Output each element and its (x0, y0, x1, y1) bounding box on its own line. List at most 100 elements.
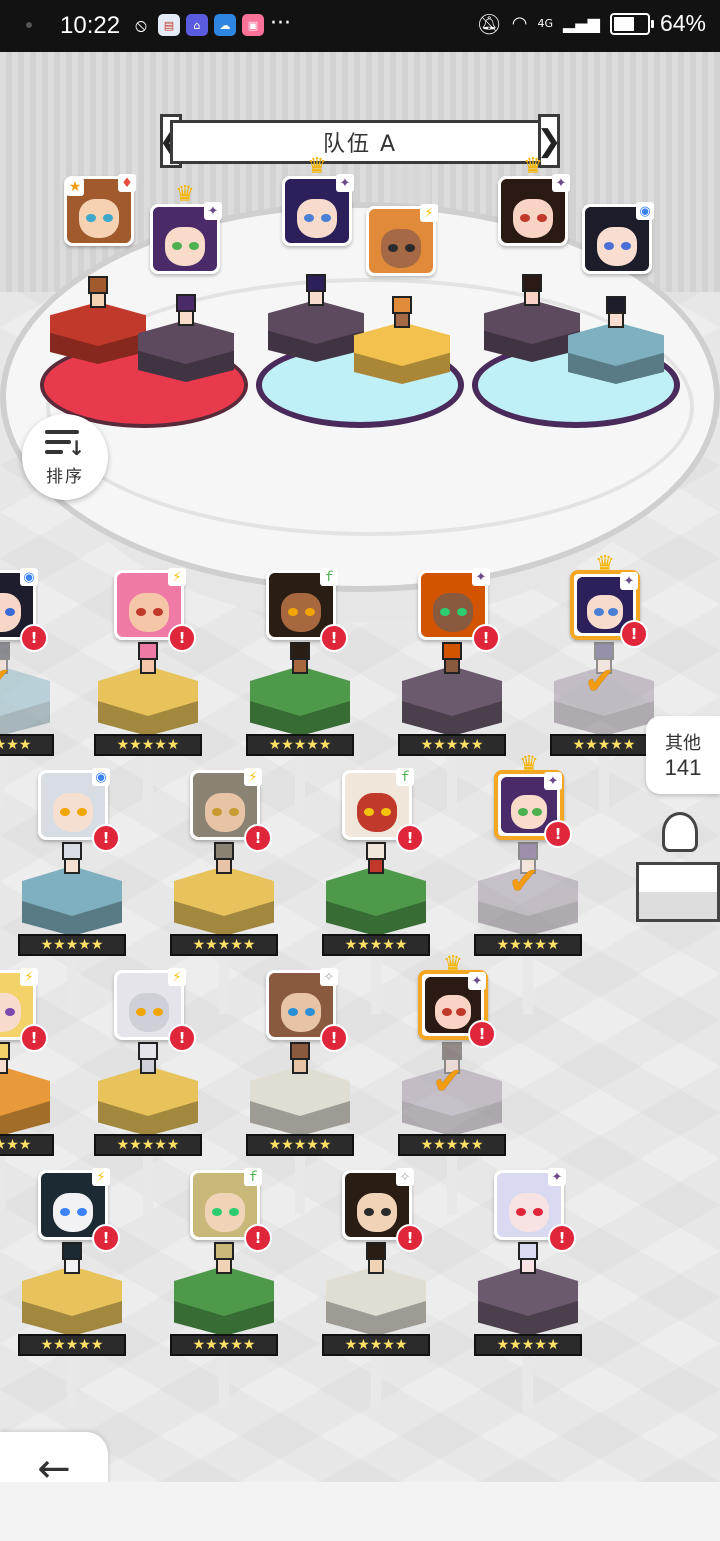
character-portrait[interactable]: ✧! (342, 1168, 424, 1252)
element-badge-icon: ✧ (396, 1168, 414, 1186)
back-button[interactable]: ← 返回 (0, 1432, 108, 1482)
character-portrait[interactable]: ✦ ♛ (150, 184, 222, 274)
team-name-banner[interactable]: 队伍 A (170, 120, 550, 164)
pedestal-pole (295, 1154, 305, 1214)
character-portrait[interactable]: ◉! (38, 768, 120, 852)
character-portrait[interactable]: ⚡! (0, 968, 48, 1052)
character-portrait[interactable]: ✦! (418, 568, 500, 652)
crown-icon: ♛ (175, 182, 195, 207)
wifi-icon: ◠ (511, 13, 528, 34)
status-bar: 10:22 ⦸ ▤ ⌂ ☁ ▣ ··· 🔕︎ ◠ 4G ▂▄▆ 64% (0, 0, 720, 52)
team-slot-pedestal[interactable] (268, 274, 364, 370)
portrait-eye (188, 242, 199, 251)
sprite-body (178, 310, 194, 326)
star-rating: ★★★★★ (170, 1334, 278, 1356)
checkmark-icon: ✔ (584, 659, 616, 703)
character-portrait[interactable]: ✧! (266, 968, 348, 1052)
element-badge-icon: ✦ (620, 572, 638, 590)
element-badge-icon: ⚡ (168, 968, 186, 986)
character-portrait[interactable]: ｆ! (266, 568, 348, 652)
character-portrait[interactable]: ⚡! (190, 768, 272, 852)
notification-icons: ⦸ ▤ ⌂ ☁ ▣ ··· (130, 13, 291, 36)
sprite-body (140, 658, 156, 674)
others-pedestal[interactable] (636, 812, 720, 922)
element-badge-icon: ✦ (468, 972, 486, 990)
element-badge-icon: ⚡ (20, 968, 38, 986)
portrait-skin (280, 993, 322, 1032)
character-portrait[interactable]: ✦ ♛! (570, 554, 648, 648)
star-rating-value: ★★★★★ (0, 737, 32, 753)
sprite-body (64, 1258, 80, 1274)
character-portrait[interactable]: ◉! (0, 568, 48, 652)
portrait-eye (4, 608, 15, 617)
character-portrait[interactable]: ⚡ (366, 204, 438, 276)
team-slot-pedestal[interactable] (484, 274, 580, 370)
crown-icon: ♛ (443, 952, 463, 977)
star-rating: ★★★★★ (94, 1134, 202, 1156)
sprite-body (0, 1058, 8, 1074)
game-arena[interactable]: ❮ 队伍 A ❯ ♦★✦♛✦♛⚡✦♛◉ ✔★★★★★◉!★★★★★⚡!★★★★★… (0, 52, 720, 1482)
character-portrait[interactable]: ✦! (494, 1168, 576, 1252)
portrait-skin (204, 1193, 246, 1232)
team-slot-pedestal[interactable] (138, 294, 234, 390)
battery-percent: 64% (659, 10, 706, 36)
portrait-eye (517, 807, 528, 816)
element-badge-icon: ✦ (552, 174, 570, 192)
network-type: 4G (537, 17, 554, 30)
portrait-eye (456, 608, 467, 617)
star-rating: ★★★★★ (322, 934, 430, 956)
team-slot-pedestal[interactable] (568, 296, 664, 392)
character-portrait[interactable]: ✦ ♛! (418, 954, 496, 1048)
character-portrait[interactable]: ✦ ♛ (498, 156, 570, 246)
element-badge-icon: ｆ (320, 568, 338, 586)
character-portrait[interactable]: ⚡! (114, 968, 196, 1052)
character-portrait[interactable]: ｆ! (190, 1168, 272, 1252)
status-time: 10:22 (60, 12, 121, 39)
portrait-skin (512, 199, 554, 238)
star-rating-value: ★★★★★ (0, 1137, 32, 1153)
team-slot-pedestal[interactable] (354, 296, 450, 392)
character-portrait[interactable]: ⚡! (114, 568, 196, 652)
character-sprite-icon (518, 274, 546, 308)
alert-badge: ! (396, 1224, 424, 1252)
portrait-skin (296, 199, 338, 238)
sprite-body (90, 292, 106, 308)
character-sprite-icon (362, 1242, 390, 1276)
checkmark-icon: ✔ (432, 1059, 464, 1103)
star-rating: ★★★★★ (18, 934, 126, 956)
character-portrait[interactable]: ｆ! (342, 768, 424, 852)
character-portrait[interactable]: ◉ (582, 202, 654, 274)
alert-badge: ! (472, 624, 500, 652)
team-slot-pedestal[interactable] (50, 276, 146, 372)
portrait-eye (4, 1008, 15, 1017)
portrait-eye (532, 1208, 543, 1217)
alert-badge: ! (20, 624, 48, 652)
pedestal-pole (219, 954, 229, 1014)
star-rating-value: ★★★★★ (420, 737, 484, 753)
placeholder-pedestal-side (636, 892, 720, 922)
sprite-body (524, 290, 540, 306)
character-portrait[interactable]: ✦ ♛! (494, 754, 572, 848)
character-portrait[interactable]: ✦ ♛ (282, 156, 354, 246)
character-sprite-icon (602, 296, 630, 330)
star-rating-value: ★★★★★ (116, 737, 180, 753)
character-sprite-icon (286, 1042, 314, 1076)
portrait-skin (280, 593, 322, 632)
sort-button[interactable]: ↓ 排序 (22, 414, 108, 500)
system-status: 🔕︎ ◠ 4G ▂▄▆ 64% (476, 10, 706, 37)
sprite-body (216, 858, 232, 874)
camera-dot (26, 22, 32, 28)
element-badge-icon: ⚡ (92, 1168, 110, 1186)
character-sprite-icon (172, 294, 200, 328)
star-rating-value: ★★★★★ (344, 1337, 408, 1353)
element-badge-icon: ✦ (472, 568, 490, 586)
portrait-eye (152, 608, 163, 617)
portrait-eye (404, 244, 415, 253)
element-badge-icon: ⚡ (244, 768, 262, 786)
portrait-eye (76, 808, 87, 817)
character-portrait[interactable]: ⚡! (38, 1168, 120, 1252)
portrait-skin (508, 1193, 550, 1232)
battery-fill (613, 16, 635, 31)
others-button[interactable]: 其他 141 (646, 716, 720, 794)
pedestal-pole (295, 754, 305, 814)
